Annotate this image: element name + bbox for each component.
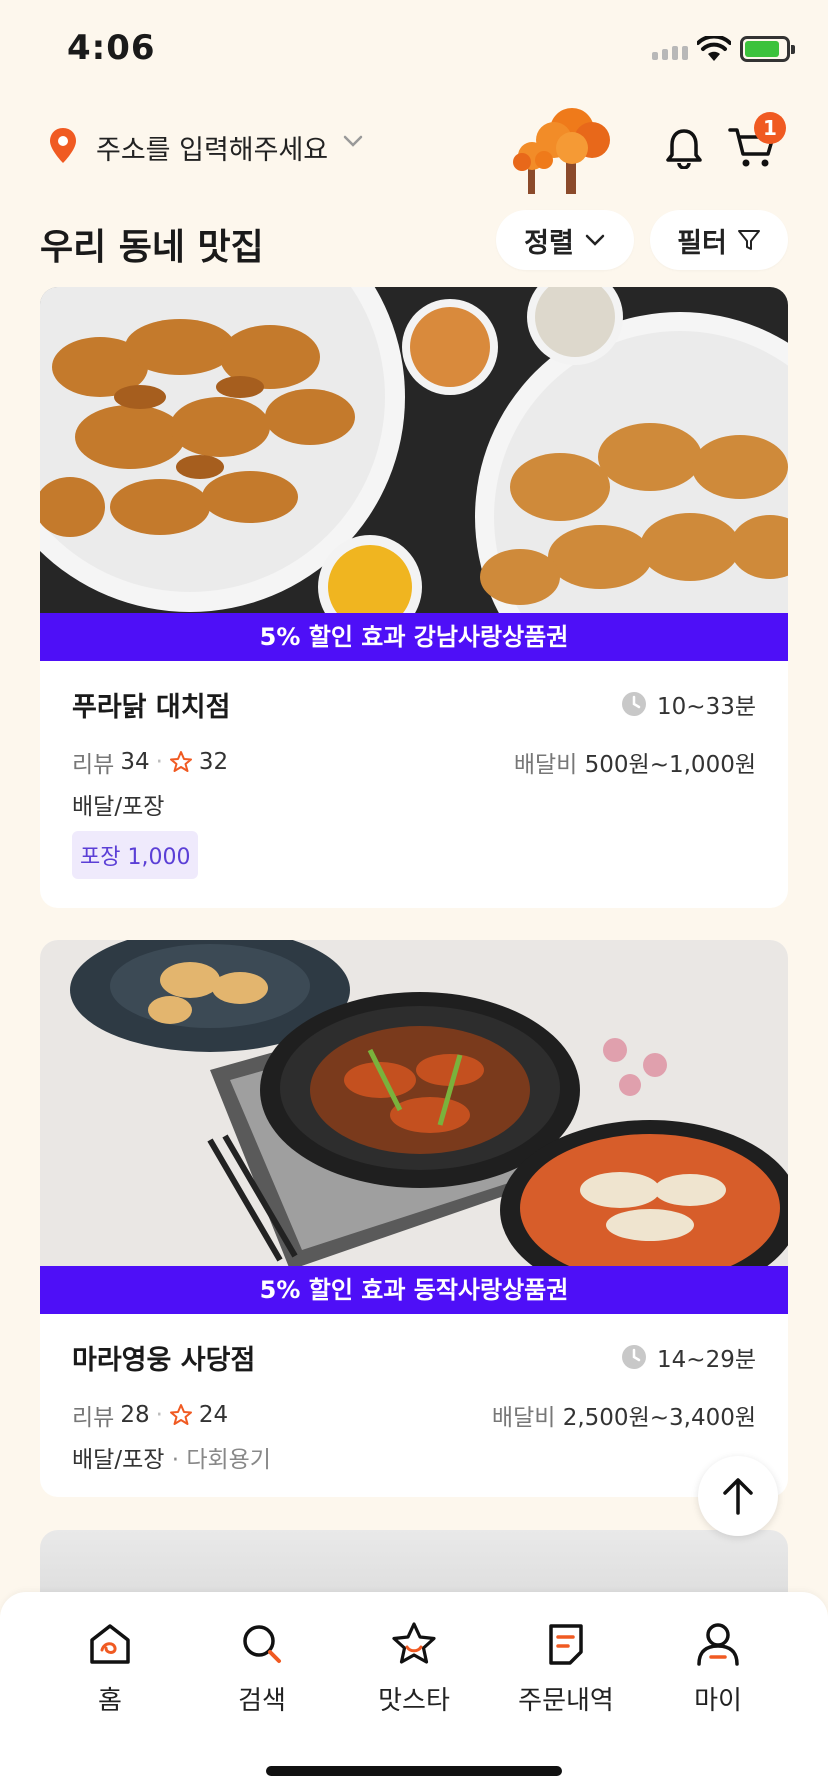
promo-banner: 5% 할인 효과 동작사랑상품권 (40, 1266, 788, 1314)
profile-icon (697, 1623, 739, 1666)
delivery-time-text: 10~33분 (657, 694, 756, 720)
nav-home-label: 홈 (98, 1686, 122, 1716)
chevron-down-icon[interactable] (342, 130, 364, 152)
status-bar: 4:06 (0, 0, 828, 100)
search-icon (243, 1625, 281, 1663)
nav-matsta-label: 맛스타 (378, 1686, 450, 1716)
filter-label: 필터 (677, 227, 727, 259)
arrow-up-icon (723, 1478, 753, 1515)
review-label: 리뷰 (72, 1405, 115, 1431)
delivery-fee: 배달비 2,500원~3,400원 (492, 1398, 756, 1432)
review-count: 34 (120, 749, 150, 775)
store-image-fried-chicken (40, 287, 788, 613)
section-title: 우리 동네 맛집 (40, 227, 264, 268)
home-icon (90, 1624, 130, 1664)
nav-search[interactable]: 검색 (187, 1614, 337, 1717)
store-card[interactable]: 5% 할인 효과 동작사랑상품권 마라영웅 사당점 14~29분 리뷰 28 ·… (40, 940, 788, 1497)
review-label: 리뷰 (72, 752, 115, 778)
location-pin-icon[interactable] (48, 127, 78, 165)
filter-button[interactable]: 필터 (650, 210, 788, 270)
matsta-star-icon (169, 1404, 192, 1425)
address-selector[interactable]: 주소를 입력해주세요 (96, 128, 328, 167)
nav-matsta[interactable]: 맛스타 (339, 1614, 489, 1717)
matsta-star-icon (169, 751, 192, 772)
wifi-icon (697, 36, 731, 61)
store-name: 푸라닭 대치점 (72, 692, 231, 723)
order-list-icon (549, 1624, 583, 1665)
store-image-mala (40, 940, 788, 1266)
service-type-text: 배달/포장 (72, 794, 165, 820)
star-icon (392, 1622, 436, 1664)
sort-label: 정렬 (524, 227, 574, 259)
service-type-text: 배달/포장 (72, 1447, 165, 1473)
review-summary: 리뷰 28 · 24 (72, 1398, 228, 1432)
rating-count: 32 (198, 749, 229, 775)
status-time: 4:06 (67, 28, 156, 68)
store-card[interactable]: 5% 할인 효과 강남사랑상품권 푸라닭 대치점 10~33분 리뷰 34 · … (40, 287, 788, 908)
nav-orders[interactable]: 주문내역 (491, 1614, 641, 1717)
bottom-navigation: 홈 검색 맛스타 주문내역 마이 (0, 1592, 828, 1792)
nav-my[interactable]: 마이 (643, 1614, 793, 1717)
service-type: 배달/포장 · 다회용기 (72, 1447, 271, 1473)
nav-orders-label: 주문내역 (518, 1686, 614, 1716)
top-header: 주소를 입력해주세요 1 (0, 100, 828, 195)
rating-count: 24 (198, 1402, 229, 1428)
delivery-time-text: 14~29분 (657, 1347, 756, 1373)
review-count: 28 (120, 1402, 150, 1428)
fee-label: 배달비 (513, 752, 578, 778)
nav-my-label: 마이 (694, 1686, 742, 1716)
cellular-signal-icon (652, 46, 688, 60)
nav-search-label: 검색 (238, 1686, 286, 1716)
battery-icon (740, 36, 795, 62)
fee-range: 500원~1,000원 (584, 752, 756, 778)
delivery-fee: 배달비 500원~1,000원 (514, 745, 756, 779)
reusable-container-label: 다회용기 (186, 1447, 271, 1473)
autumn-tree-illustration (513, 108, 610, 194)
filter-funnel-icon (737, 230, 760, 250)
review-summary: 리뷰 34 · 32 (72, 745, 228, 779)
fee-range: 2,500원~3,400원 (562, 1405, 756, 1431)
cart-count-badge: 1 (754, 112, 786, 144)
store-name: 마라영웅 사당점 (72, 1345, 256, 1376)
sort-button[interactable]: 정렬 (496, 210, 634, 270)
home-indicator (266, 1766, 562, 1776)
fee-label: 배달비 (491, 1405, 556, 1431)
delivery-time: 14~29분 (621, 1340, 756, 1374)
notification-bell-icon[interactable] (664, 127, 704, 169)
takeout-discount-tag: 포장 1,000 (72, 831, 199, 879)
chevron-down-icon (585, 234, 605, 246)
clock-icon (622, 1345, 647, 1369)
service-type: 배달/포장 (72, 787, 164, 821)
promo-banner: 5% 할인 효과 강남사랑상품권 (40, 613, 788, 661)
scroll-to-top-button[interactable] (698, 1456, 778, 1536)
nav-home[interactable]: 홈 (35, 1614, 185, 1717)
clock-icon (622, 692, 647, 716)
delivery-time: 10~33분 (621, 687, 756, 721)
